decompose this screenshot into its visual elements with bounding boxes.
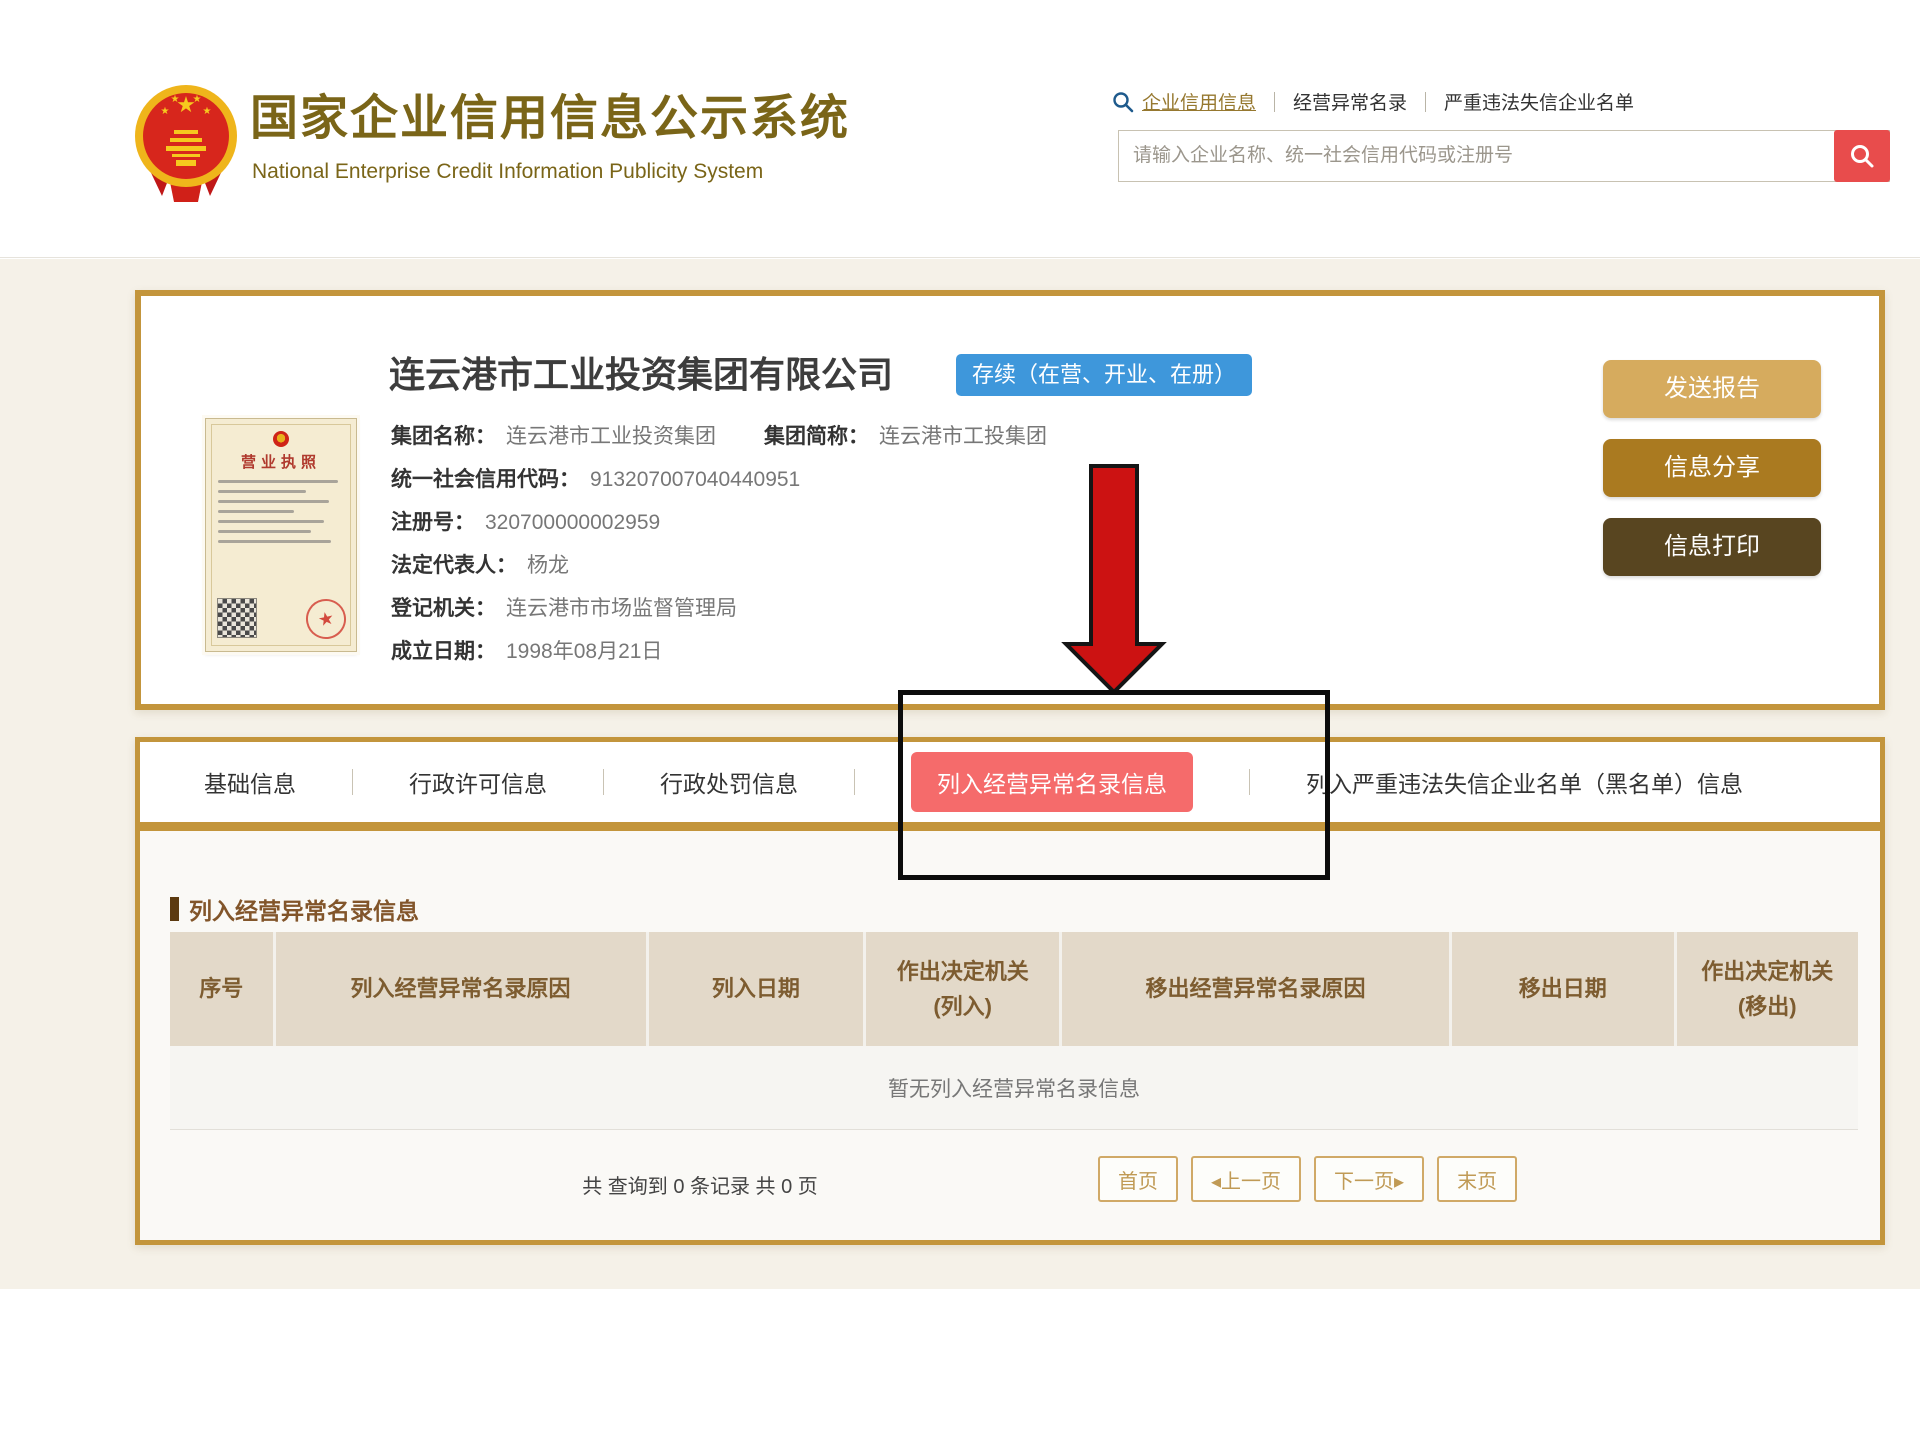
tab-separator (352, 769, 353, 795)
info-row-establishment-date: 成立日期： 1998年08月21日 (391, 635, 1095, 678)
tab-separator (854, 769, 855, 795)
tab-administrative-penalty[interactable]: 行政处罚信息 (660, 765, 798, 799)
info-row-group-name: 集团名称： 连云港市工业投资集团 集团简称： 连云港市工投集团 (391, 420, 1095, 463)
pagination-last-button[interactable]: 末页 (1437, 1156, 1517, 1202)
site-subtitle: National Enterprise Credit Information P… (252, 160, 763, 184)
col-header-deciding-authority-out: 作出决定机关 (移出) (1677, 932, 1858, 1046)
company-status-badge: 存续（在营、开业、在册） (956, 354, 1252, 396)
table-header-row: 序号 列入经营异常名录原因 列入日期 作出决定机关 (列入) 移出经营异常名录原… (170, 932, 1858, 1046)
table-empty-state: 暂无列入经营异常名录信息 (170, 1046, 1858, 1130)
section-title-bar (170, 897, 179, 921)
section-title: 列入经营异常名录信息 (170, 892, 419, 926)
pagination-next-button[interactable]: 下一页▸ (1314, 1156, 1424, 1202)
svg-text:★: ★ (171, 94, 180, 105)
business-license-thumbnail: 营业执照 ★ (205, 418, 357, 652)
license-qr-code (218, 599, 256, 637)
search-input[interactable] (1119, 131, 1834, 181)
search-button-icon (1849, 143, 1875, 169)
nav-link-abnormal-list[interactable]: 经营异常名录 (1293, 88, 1407, 115)
col-header-removal-date: 移出日期 (1452, 932, 1677, 1046)
search-button[interactable] (1834, 130, 1890, 182)
info-row-registration-number: 注册号： 320700000002959 (391, 506, 1095, 549)
company-name: 连云港市工业投资集团有限公司 (389, 346, 893, 398)
page: ★ ★ ★ ★ ★ 国家企业信用信息公示系统 National Enterpri… (0, 0, 1920, 1440)
send-report-button[interactable]: 发送报告 (1603, 360, 1821, 418)
company-action-buttons: 发送报告 信息分享 信息打印 (1603, 360, 1821, 597)
col-header-removal-reason: 移出经营异常名录原因 (1062, 932, 1452, 1046)
license-seal: ★ (302, 595, 349, 642)
svg-text:★: ★ (161, 106, 170, 117)
tab-separator (603, 769, 604, 795)
license-emblem-icon (273, 431, 289, 447)
info-row-legal-representative: 法定代表人： 杨龙 (391, 549, 1095, 592)
print-info-button[interactable]: 信息打印 (1603, 518, 1821, 576)
top-nav: 企业信用信息 经营异常名录 严重违法失信企业名单 (1112, 88, 1634, 115)
nav-separator (1425, 92, 1426, 112)
info-row-registration-authority: 登记机关： 连云港市市场监督管理局 (391, 592, 1095, 635)
nav-link-blacklist[interactable]: 严重违法失信企业名单 (1444, 88, 1634, 115)
annotation-highlight-rectangle (898, 690, 1330, 880)
tab-serious-violation-blacklist[interactable]: 列入严重违法失信企业名单（黑名单）信息 (1306, 765, 1743, 799)
tab-basic-info[interactable]: 基础信息 (204, 765, 296, 799)
site-title: 国家企业信用信息公示系统 (250, 78, 850, 148)
pagination-first-button[interactable]: 首页 (1098, 1156, 1178, 1202)
license-title: 营业执照 (218, 451, 344, 472)
nav-separator (1274, 92, 1275, 112)
share-info-button[interactable]: 信息分享 (1603, 439, 1821, 497)
nav-link-enterprise-credit[interactable]: 企业信用信息 (1142, 88, 1256, 115)
info-row-credit-code: 统一社会信用代码： 913207007040440951 (391, 463, 1095, 506)
col-header-deciding-authority-in: 作出决定机关 (列入) (866, 932, 1062, 1046)
col-header-index: 序号 (170, 932, 276, 1046)
col-header-inclusion-reason: 列入经营异常名录原因 (276, 932, 649, 1046)
annotation-red-arrow (1058, 462, 1170, 697)
search-icon (1112, 91, 1134, 113)
col-header-inclusion-date: 列入日期 (649, 932, 867, 1046)
abnormal-operations-table: 序号 列入经营异常名录原因 列入日期 作出决定机关 (列入) 移出经营异常名录原… (170, 932, 1858, 1130)
tab-administrative-licensing[interactable]: 行政许可信息 (409, 765, 547, 799)
record-count-summary: 共 查询到 0 条记录 共 0 页 (440, 1170, 960, 1199)
company-info-rows: 集团名称： 连云港市工业投资集团 集团简称： 连云港市工投集团 统一社会信用代码… (391, 420, 1095, 678)
svg-text:★: ★ (203, 106, 212, 117)
company-info-panel: 营业执照 ★ 连云港市工业投资集团有限公司 存续（在营、开业、在册） 集团名称：… (135, 290, 1885, 710)
search-bar (1118, 130, 1890, 182)
pagination: 首页 ◂上一页 下一页▸ 末页 (1098, 1156, 1517, 1202)
svg-text:★: ★ (193, 94, 202, 105)
national-emblem-logo: ★ ★ ★ ★ ★ (132, 74, 240, 204)
pagination-prev-button[interactable]: ◂上一页 (1191, 1156, 1301, 1202)
site-header: ★ ★ ★ ★ ★ 国家企业信用信息公示系统 National Enterpri… (0, 0, 1920, 258)
